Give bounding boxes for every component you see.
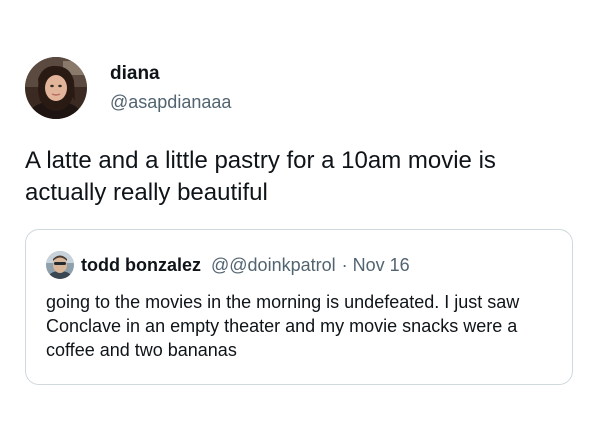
separator-dot: · [341, 254, 348, 275]
quoted-tweet-header: todd bonzalez @@doinkpatrol · Nov 16 [46, 251, 410, 279]
author-handle[interactable]: @asapdianaaa [110, 91, 231, 113]
quoted-tweet-text: going to the movies in the morning is un… [46, 292, 520, 360]
profile-photo [25, 57, 87, 119]
quoted-tweet-card[interactable]: todd bonzalez @@doinkpatrol · Nov 16 goi… [25, 229, 573, 385]
tweet-author: diana @asapdianaaa [25, 57, 231, 125]
tweet: diana @asapdianaaa A latte and a little … [0, 0, 599, 445]
avatar[interactable] [25, 57, 87, 119]
quoted-author-avatar[interactable] [46, 251, 74, 279]
quoted-author-handle[interactable]: @@doinkpatrol [211, 255, 336, 276]
author-display-name[interactable]: diana [110, 63, 231, 85]
quoted-author-display-name[interactable]: todd bonzalez [81, 255, 201, 276]
quoted-tweet-date[interactable]: Nov 16 [353, 255, 410, 276]
tweet-text: A latte and a little pastry for a 10am m… [25, 147, 496, 206]
author-names: diana @asapdianaaa [110, 63, 231, 113]
quoted-profile-photo [46, 251, 74, 279]
